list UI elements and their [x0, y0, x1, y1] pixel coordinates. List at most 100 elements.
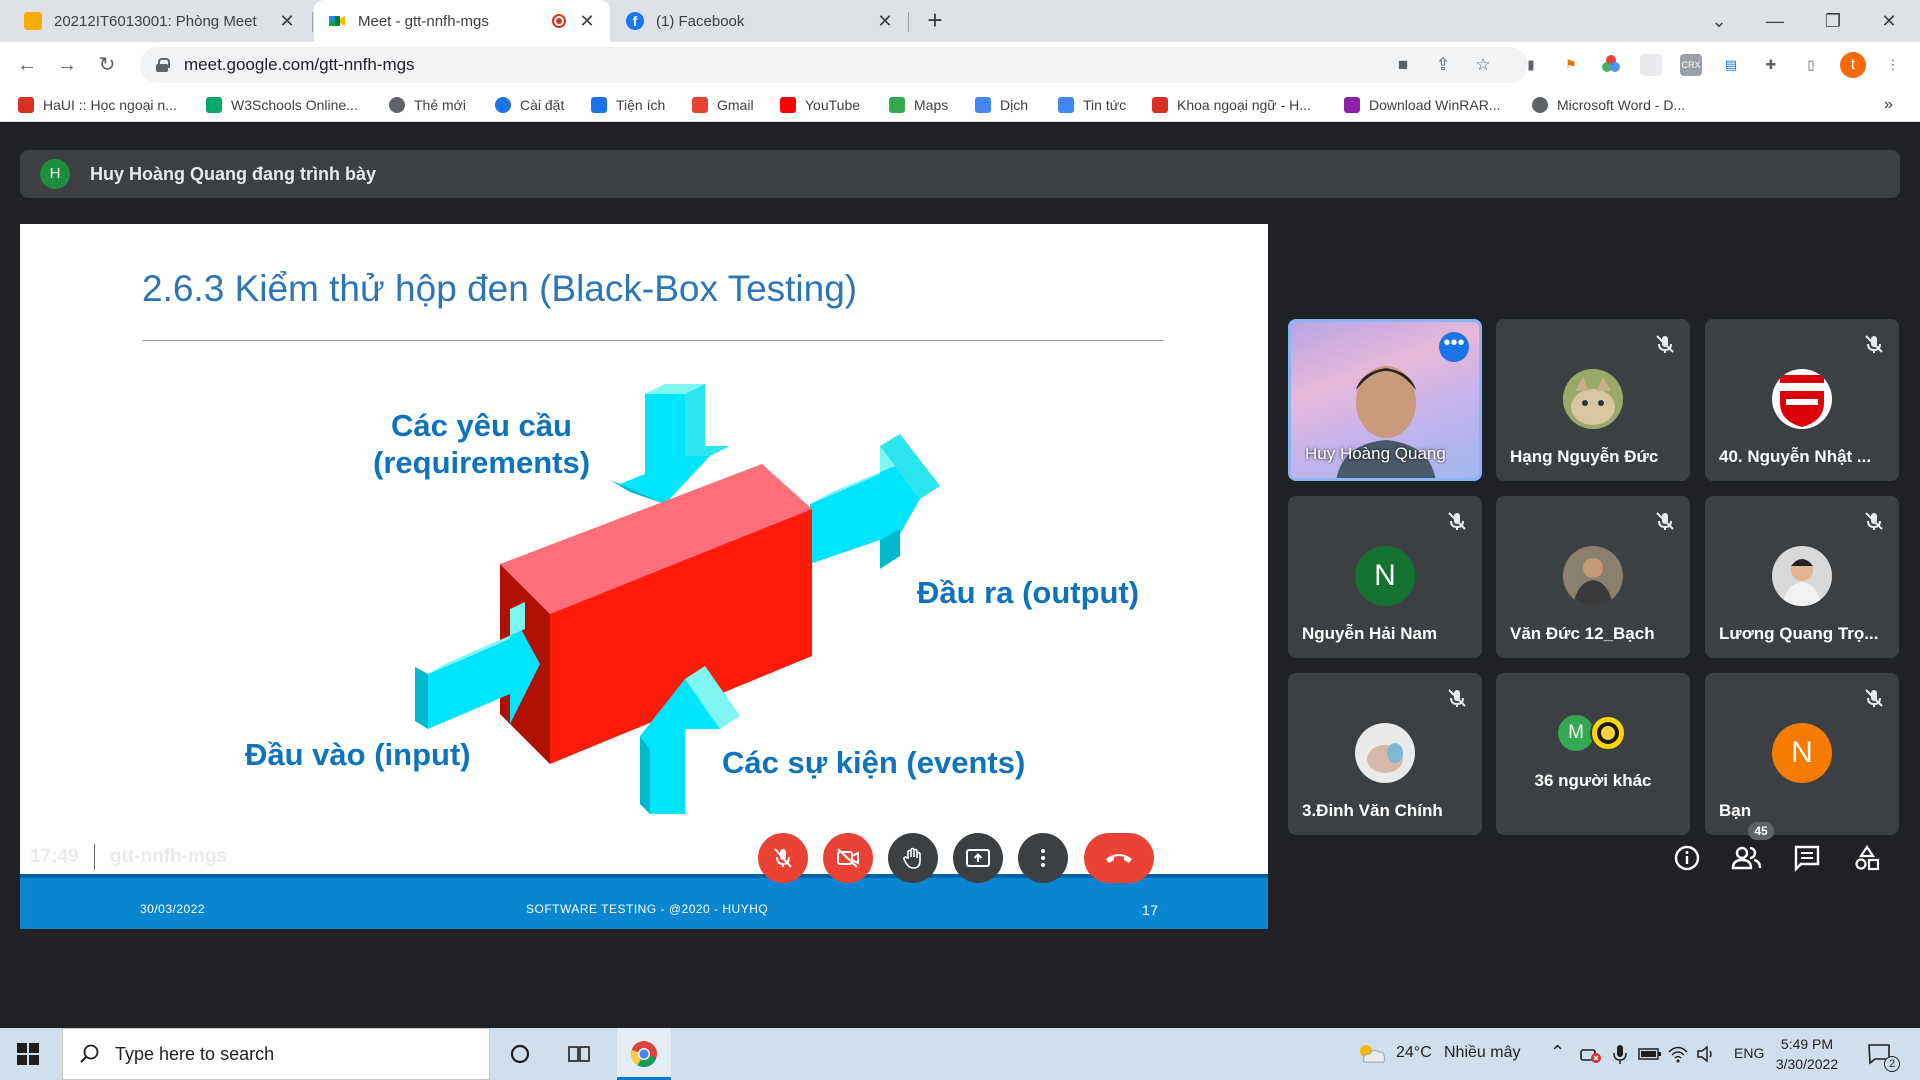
- participant-tile-you[interactable]: N Bạn: [1705, 673, 1899, 835]
- presenter-banner: H Huy Hoàng Quang đang trình bày: [20, 150, 1900, 198]
- bookmark-item[interactable]: Maps: [889, 95, 948, 115]
- clipboard-icon[interactable]: ▤: [1720, 54, 1742, 76]
- chevron-up-icon[interactable]: ⌃: [1550, 1042, 1565, 1063]
- tab-facebook[interactable]: f (1) Facebook ✕: [612, 0, 908, 42]
- more-options-icon[interactable]: •••: [1439, 332, 1469, 362]
- footer-date: 30/03/2022: [140, 902, 206, 916]
- black-box-diagram: [415, 384, 940, 814]
- bookmark-item[interactable]: Tin tức: [1058, 95, 1126, 115]
- lock-icon: [156, 58, 170, 72]
- participant-tile[interactable]: Lương Quang Trọ...: [1705, 496, 1899, 658]
- task-view-icon[interactable]: [565, 1040, 593, 1068]
- crx-extension-icon[interactable]: CRX: [1680, 54, 1702, 76]
- camera-toggle-button[interactable]: [823, 833, 873, 883]
- present-screen-button[interactable]: [953, 833, 1003, 883]
- tab-divider: [908, 12, 909, 32]
- bookmark-item[interactable]: Thẻ mới: [389, 95, 466, 115]
- clock-date: 3/30/2022: [1775, 1056, 1839, 1072]
- chat-button[interactable]: [1788, 839, 1826, 877]
- new-tab-button[interactable]: +: [920, 6, 950, 36]
- weather-description[interactable]: Nhiều mây: [1444, 1044, 1520, 1062]
- battery-icon[interactable]: [1636, 1040, 1664, 1068]
- bookmark-item[interactable]: Microsoft Word - D...: [1532, 95, 1685, 115]
- profile-avatar[interactable]: t: [1840, 52, 1866, 78]
- tab-haui[interactable]: 20212IT6013001: Phòng Meet ✕: [10, 0, 310, 42]
- share-icon[interactable]: ⇪: [1432, 54, 1454, 76]
- volume-icon[interactable]: [1692, 1040, 1720, 1068]
- forward-icon[interactable]: →: [52, 50, 82, 80]
- people-count-badge: 45: [1748, 822, 1774, 840]
- side-panel-icon[interactable]: ▯: [1800, 54, 1822, 76]
- bookmark-item[interactable]: Gmail: [692, 95, 754, 115]
- participant-name: Lương Quang Trọ...: [1719, 624, 1879, 643]
- input-language[interactable]: ENG: [1734, 1045, 1764, 1061]
- maps-icon: [889, 97, 905, 113]
- bookmark-item[interactable]: Khoa ngoại ngữ - H...: [1152, 95, 1311, 115]
- mic-off-icon: [1448, 689, 1466, 707]
- mic-off-icon: [1656, 335, 1674, 353]
- menu-kebab-icon[interactable]: ⋮: [1882, 54, 1904, 76]
- label-input: Đầu vào (input): [245, 737, 471, 772]
- extension-icon[interactable]: ▮: [1520, 54, 1542, 76]
- mic-toggle-button[interactable]: [758, 833, 808, 883]
- cortana-icon[interactable]: [506, 1040, 534, 1068]
- reload-icon[interactable]: ↻: [92, 50, 122, 80]
- participant-tile[interactable]: Văn Đức 12_Bạch: [1496, 496, 1690, 658]
- back-icon[interactable]: ←: [12, 50, 42, 80]
- tab-search-icon[interactable]: ⌄: [1696, 0, 1742, 42]
- raise-hand-button[interactable]: [888, 833, 938, 883]
- network-error-icon[interactable]: [1576, 1040, 1604, 1068]
- bookmark-label: Maps: [914, 97, 949, 113]
- address-bar[interactable]: meet.google.com/gtt-nnfh-mgs: [140, 47, 1528, 83]
- activities-button[interactable]: [1848, 839, 1886, 877]
- leave-call-button[interactable]: [1084, 833, 1154, 883]
- bookmark-item[interactable]: Download WinRAR...: [1344, 95, 1501, 115]
- close-icon[interactable]: ✕: [278, 11, 296, 32]
- participant-tile[interactable]: 3.Đinh Văn Chính: [1288, 673, 1482, 835]
- restore-icon[interactable]: ❐: [1810, 0, 1856, 42]
- microphone-icon[interactable]: [1606, 1040, 1634, 1068]
- cloud-weather-icon: [1360, 1045, 1385, 1063]
- close-icon[interactable]: ✕: [578, 11, 596, 32]
- bookmark-label: YouTube: [805, 97, 861, 113]
- windows-start-icon[interactable]: [16, 1042, 40, 1066]
- more-bookmarks-button[interactable]: »: [1884, 95, 1893, 115]
- participant-tile-others[interactable]: M 36 người khác: [1496, 673, 1690, 835]
- window-close-icon[interactable]: ✕: [1866, 0, 1912, 42]
- bookmark-star-icon[interactable]: ☆: [1472, 54, 1494, 76]
- bookmark-label: HaUI :: Học ngoại n...: [43, 97, 177, 113]
- bookmark-item[interactable]: Dịch: [975, 95, 1028, 115]
- more-options-button[interactable]: [1018, 833, 1068, 883]
- wifi-icon[interactable]: [1664, 1040, 1692, 1068]
- participant-tile-self-video[interactable]: ••• Huy Hoàng Quang: [1288, 319, 1482, 481]
- bookmark-item[interactable]: YouTube: [780, 95, 860, 115]
- bookmark-item[interactable]: W3Schools Online...: [206, 95, 358, 115]
- color-picker-icon[interactable]: [1600, 54, 1622, 76]
- taskbar-search[interactable]: Type here to search: [62, 1028, 490, 1080]
- globe-icon: [389, 97, 405, 113]
- camera-icon[interactable]: ■: [1392, 54, 1414, 76]
- close-icon[interactable]: ✕: [876, 11, 894, 32]
- hang-up-icon: [1106, 854, 1132, 863]
- taskbar-chrome-button[interactable]: [617, 1028, 671, 1080]
- extensions-puzzle-icon[interactable]: ✚: [1760, 54, 1782, 76]
- participant-tile[interactable]: N Nguyễn Hải Nam: [1288, 496, 1482, 658]
- tab-meet[interactable]: Meet - gtt-nnfh-mgs ✕: [314, 0, 610, 42]
- bookmark-item[interactable]: HaUI :: Học ngoại n...: [18, 95, 177, 115]
- participant-tile[interactable]: 40. Nguyễn Nhật ...: [1705, 319, 1899, 481]
- extension-icon[interactable]: ⚑: [1560, 54, 1582, 76]
- bookmark-item[interactable]: Tiện ích: [591, 95, 665, 115]
- present-screen-icon: [966, 849, 990, 867]
- bookmark-item[interactable]: Cài đặt: [495, 95, 564, 115]
- mic-off-icon: [1865, 335, 1883, 353]
- extension-icon[interactable]: [1640, 54, 1662, 76]
- globe-icon: [1532, 97, 1548, 113]
- people-button[interactable]: [1728, 839, 1766, 877]
- more-vert-icon: [1041, 849, 1045, 867]
- avatar: N: [1772, 723, 1832, 783]
- system-clock[interactable]: 5:49 PM 3/30/2022: [1768, 1034, 1846, 1074]
- mic-off-icon: [1656, 512, 1674, 530]
- minimize-icon[interactable]: —: [1752, 0, 1798, 42]
- participant-tile[interactable]: Hạng Nguyễn Đức: [1496, 319, 1690, 481]
- meeting-details-button[interactable]: [1668, 839, 1706, 877]
